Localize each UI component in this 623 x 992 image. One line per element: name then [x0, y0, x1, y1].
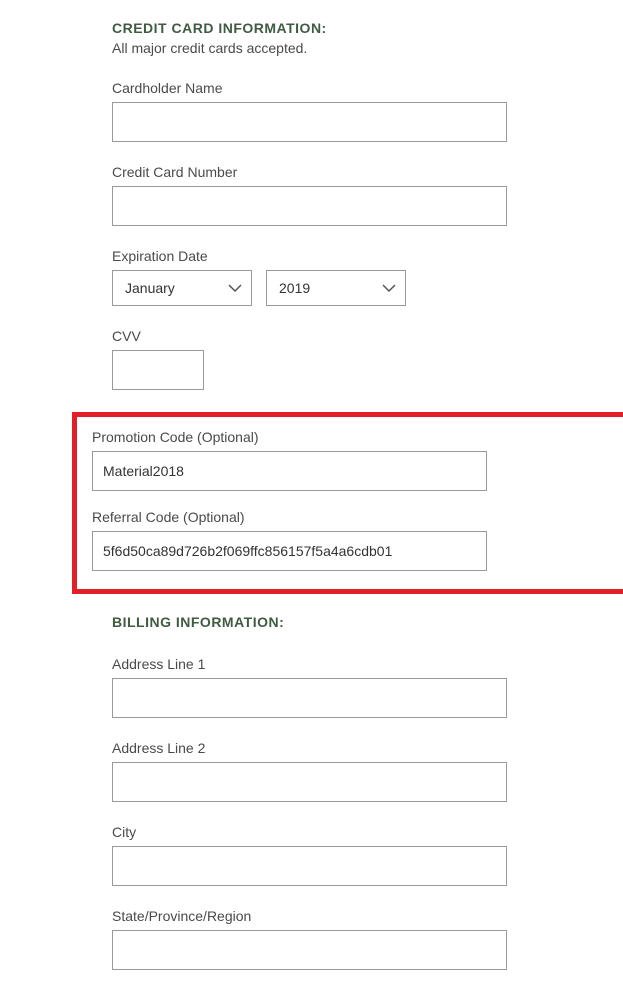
referral-code-group: Referral Code (Optional): [92, 509, 623, 571]
expiration-year-wrap: 2019: [266, 270, 406, 306]
highlighted-promo-section: Promotion Code (Optional) Referral Code …: [72, 412, 623, 594]
billing-section: BILLING INFORMATION: Address Line 1 Addr…: [0, 614, 623, 970]
address2-input[interactable]: [112, 762, 507, 802]
card-number-group: Credit Card Number: [112, 164, 563, 226]
cvv-group: CVV: [112, 328, 563, 390]
credit-card-section: CREDIT CARD INFORMATION: All major credi…: [0, 20, 623, 390]
referral-code-input[interactable]: [92, 531, 487, 571]
credit-card-heading: CREDIT CARD INFORMATION:: [112, 20, 563, 36]
address2-label: Address Line 2: [112, 740, 563, 756]
city-group: City: [112, 824, 563, 886]
expiration-label: Expiration Date: [112, 248, 563, 264]
expiration-year-select[interactable]: 2019: [266, 270, 406, 306]
promo-code-input[interactable]: [92, 451, 487, 491]
state-group: State/Province/Region: [112, 908, 563, 970]
address1-group: Address Line 1: [112, 656, 563, 718]
cvv-input[interactable]: [112, 350, 204, 390]
expiration-group: Expiration Date January 2019: [112, 248, 563, 306]
credit-card-subtext: All major credit cards accepted.: [112, 40, 563, 56]
expiration-month-select[interactable]: January: [112, 270, 252, 306]
cvv-label: CVV: [112, 328, 563, 344]
cardholder-name-group: Cardholder Name: [112, 80, 563, 142]
card-number-label: Credit Card Number: [112, 164, 563, 180]
address2-group: Address Line 2: [112, 740, 563, 802]
expiration-month-wrap: January: [112, 270, 252, 306]
state-label: State/Province/Region: [112, 908, 563, 924]
promo-code-label: Promotion Code (Optional): [92, 429, 623, 445]
address1-label: Address Line 1: [112, 656, 563, 672]
promo-code-group: Promotion Code (Optional): [92, 429, 623, 491]
state-input[interactable]: [112, 930, 507, 970]
address1-input[interactable]: [112, 678, 507, 718]
card-number-input[interactable]: [112, 186, 507, 226]
referral-code-label: Referral Code (Optional): [92, 509, 623, 525]
city-input[interactable]: [112, 846, 507, 886]
billing-heading: BILLING INFORMATION:: [112, 614, 563, 630]
cardholder-name-label: Cardholder Name: [112, 80, 563, 96]
city-label: City: [112, 824, 563, 840]
cardholder-name-input[interactable]: [112, 102, 507, 142]
